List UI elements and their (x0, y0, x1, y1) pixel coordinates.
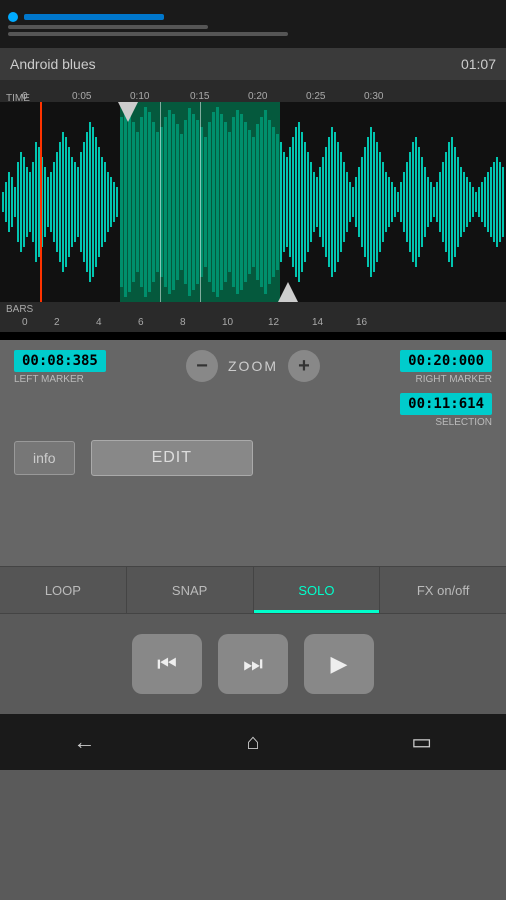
tab-active-indicator (254, 610, 380, 613)
track-name: Android blues (10, 56, 96, 72)
bar-tick-6: 6 (138, 317, 144, 328)
bar-tick-8: 8 (180, 317, 186, 328)
playhead-line (40, 102, 42, 302)
left-marker-time: 00:08:385 (14, 350, 106, 372)
tab-solo-label: SOLO (298, 583, 334, 598)
tab-bar: LOOP SNAP SOLO FX on/off (0, 566, 506, 614)
vline-2 (200, 102, 201, 302)
buttons-row: info EDIT (14, 440, 492, 476)
tab-fx[interactable]: FX on/off (380, 567, 506, 613)
nav-bar: ← ⌂ ▭ (0, 714, 506, 770)
spacer-area (0, 486, 506, 566)
bar-tick-4: 4 (96, 317, 102, 328)
tab-snap-label: SNAP (172, 583, 207, 598)
back-button[interactable]: ← (54, 722, 114, 762)
transport-area: ⏮ ⏭ ▶ (0, 614, 506, 714)
selection-block: 00:11:614 SELECTION (400, 393, 492, 428)
skip-back-icon: ⏮ (157, 651, 177, 677)
bars-ruler: 0 2 4 6 8 10 12 14 16 BARS (0, 302, 506, 332)
bar-tick-0: 0 (22, 317, 28, 328)
selection-time: 00:11:614 (400, 393, 492, 415)
signal-bar-2 (8, 32, 288, 36)
time-ruler: TIME 0 0:05 0:10 0:15 0:20 0:25 0:30 (0, 80, 506, 102)
zoom-plus-button[interactable]: + (288, 350, 320, 382)
right-marker-time: 00:20:000 (400, 350, 492, 372)
zoom-controls: − ZOOM + (186, 350, 320, 382)
skip-forward-icon: ⏭ (243, 651, 263, 677)
tab-fx-label: FX on/off (417, 583, 470, 598)
time-tick-025: 0:25 (306, 91, 325, 102)
battery-level-bar (24, 14, 164, 20)
signal-bar-1 (8, 25, 208, 29)
play-button[interactable]: ▶ (304, 634, 374, 694)
selection-row: 00:11:614 SELECTION (14, 393, 492, 428)
left-marker-block: 00:08:385 LEFT MARKER (14, 350, 106, 385)
tab-loop[interactable]: LOOP (0, 567, 127, 613)
markers-row: 00:08:385 LEFT MARKER − ZOOM + 00:20:000… (14, 350, 492, 385)
waveform-area[interactable] (0, 102, 506, 302)
time-tick-020: 0:20 (248, 91, 267, 102)
battery-icon (8, 12, 18, 22)
time-tick-030: 0:30 (364, 91, 383, 102)
bar-tick-2: 2 (54, 317, 60, 328)
tab-solo[interactable]: SOLO (254, 567, 381, 613)
tab-loop-label: LOOP (45, 583, 81, 598)
skip-forward-button[interactable]: ⏭ (218, 634, 288, 694)
home-button[interactable]: ⌂ (223, 722, 283, 762)
bar-tick-16: 16 (356, 317, 367, 328)
bars-ruler-title: BARS (6, 304, 33, 315)
back-icon: ← (73, 729, 95, 755)
time-tick-015: 0:15 (190, 91, 209, 102)
info-button[interactable]: info (14, 441, 75, 475)
track-time: 01:07 (461, 56, 496, 72)
bar-tick-10: 10 (222, 317, 233, 328)
bar-tick-12: 12 (268, 317, 279, 328)
status-row-2 (8, 25, 498, 29)
controls-area: 00:08:385 LEFT MARKER − ZOOM + 00:20:000… (0, 340, 506, 486)
skip-back-button[interactable]: ⏮ (132, 634, 202, 694)
time-tick-010: 0:10 (130, 91, 149, 102)
edit-button[interactable]: EDIT (91, 440, 253, 476)
time-tick-0: 0 (22, 91, 28, 102)
recent-icon: ▭ (411, 729, 432, 755)
home-icon: ⌂ (246, 729, 259, 755)
play-icon: ▶ (331, 651, 348, 677)
vline-1 (160, 102, 161, 302)
track-info-bar: Android blues 01:07 (0, 48, 506, 80)
time-tick-005: 0:05 (72, 91, 91, 102)
bar-tick-14: 14 (312, 317, 323, 328)
plus-icon: + (298, 355, 310, 378)
status-bar (0, 0, 506, 48)
zoom-minus-button[interactable]: − (186, 350, 218, 382)
status-row-1 (8, 12, 498, 22)
left-marker-label: LEFT MARKER (14, 374, 84, 385)
right-marker-triangle (278, 282, 298, 302)
right-marker-label: RIGHT MARKER (416, 374, 493, 385)
status-row-3 (8, 32, 498, 36)
right-marker-block: 00:20:000 RIGHT MARKER (400, 350, 492, 385)
left-marker-triangle (118, 102, 138, 122)
zoom-label: ZOOM (228, 358, 278, 374)
minus-icon: − (196, 355, 208, 378)
selection-label: SELECTION (435, 417, 492, 428)
waveform-container[interactable]: TIME 0 0:05 0:10 0:15 0:20 0:25 0:30 (0, 80, 506, 340)
recent-button[interactable]: ▭ (392, 722, 452, 762)
tab-snap[interactable]: SNAP (127, 567, 254, 613)
